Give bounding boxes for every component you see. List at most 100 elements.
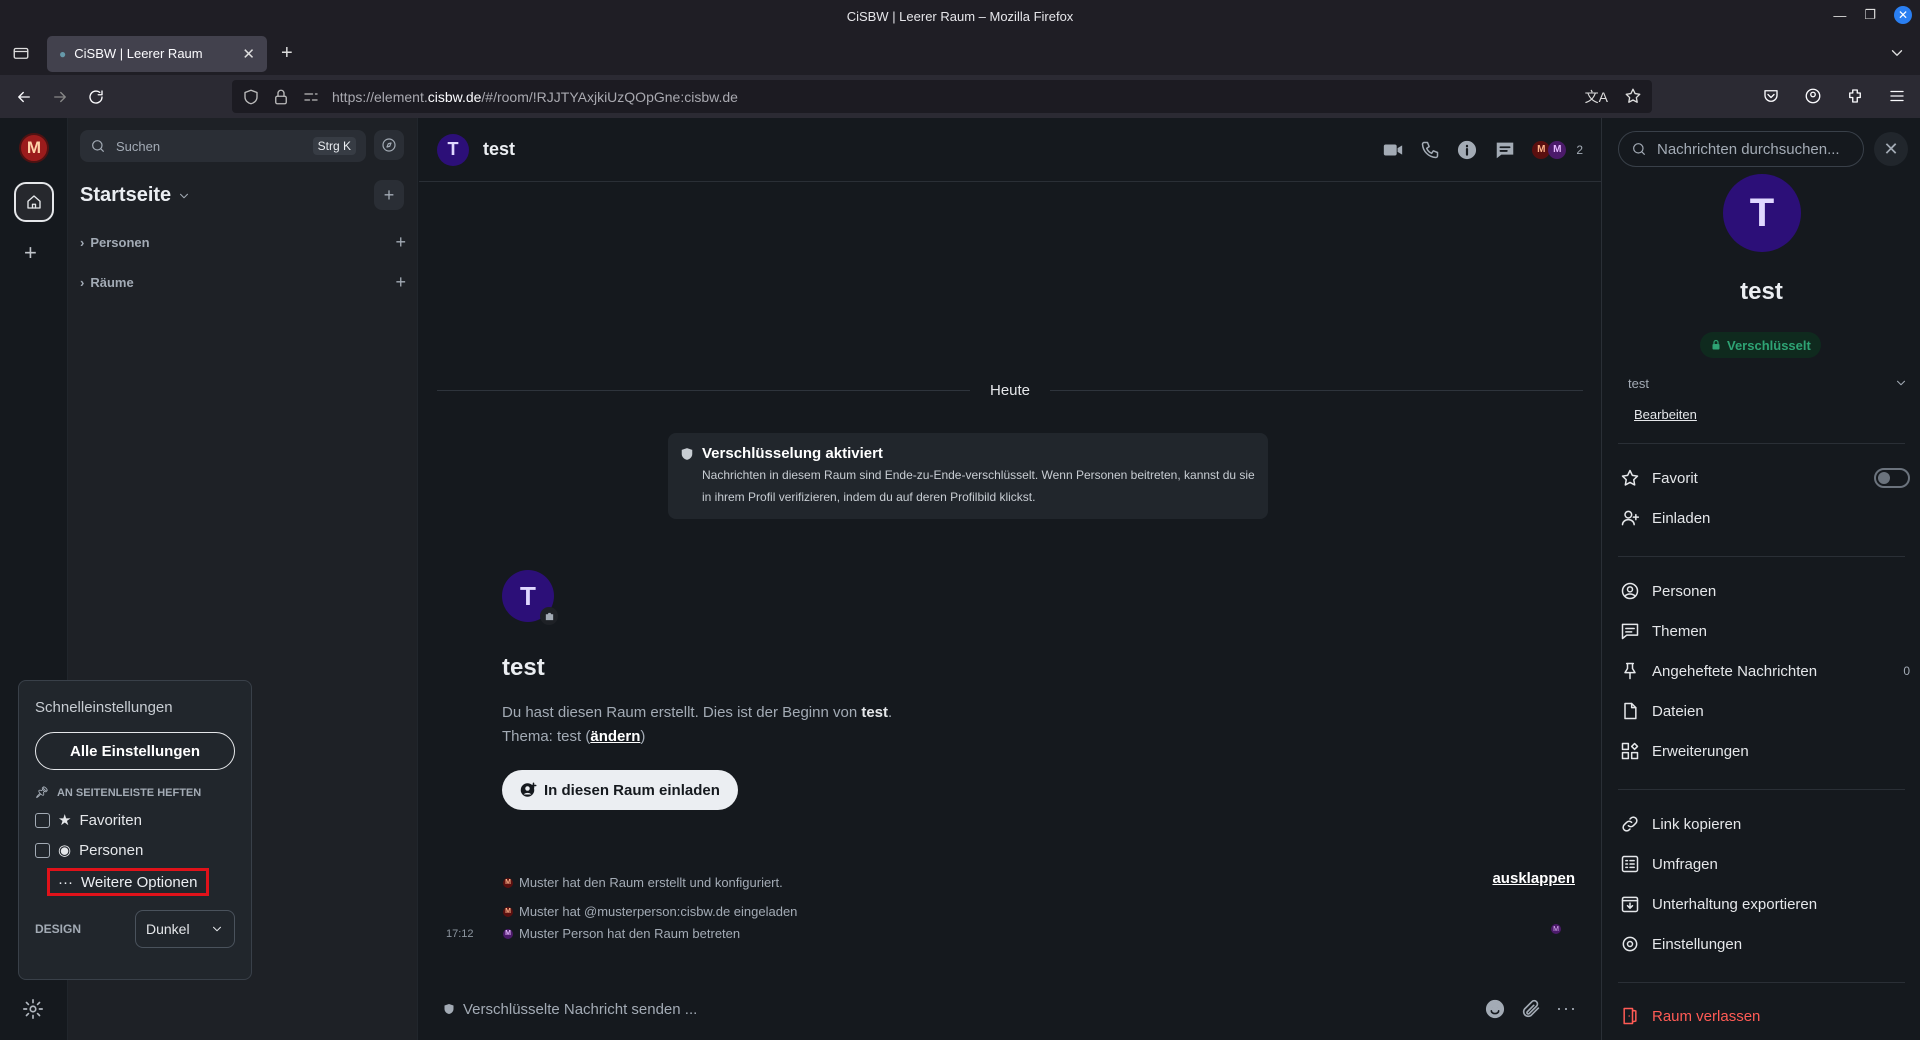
encryption-notice: Verschlüsselung aktiviert Nachrichten in… [668, 433, 1268, 519]
divider [1618, 443, 1905, 444]
shield-icon [443, 1003, 455, 1015]
design-row: DESIGN Dunkel [35, 910, 235, 948]
leave-door-icon [1620, 1006, 1640, 1026]
chevron-down-icon[interactable] [1894, 376, 1908, 391]
star-icon [1620, 468, 1640, 488]
design-select[interactable]: Dunkel [135, 910, 235, 948]
tab-overflow-chevron-icon[interactable] [1888, 44, 1906, 62]
intro-room-name: test [861, 704, 889, 721]
close-panel-icon[interactable]: ✕ [1874, 132, 1908, 166]
permissions-icon[interactable] [302, 88, 320, 106]
room-topic[interactable]: test [1628, 376, 1908, 391]
pin-favorites-option[interactable]: ★ Favoriten [35, 811, 235, 829]
emoji-icon[interactable] [1484, 998, 1506, 1020]
video-call-icon[interactable] [1382, 139, 1404, 161]
message-search-placeholder: Nachrichten durchsuchen... [1657, 140, 1840, 158]
divider [1618, 982, 1905, 983]
favorite-item[interactable]: Favorit [1620, 468, 1910, 488]
pinned-label: Angeheftete Nachrichten [1652, 662, 1818, 680]
section-people[interactable]: › Personen + [80, 232, 406, 253]
search-placeholder: Suchen [116, 138, 161, 154]
export-chat-item[interactable]: Unterhaltung exportieren [1620, 894, 1910, 914]
extensions-icon[interactable] [1846, 87, 1864, 105]
home-space-button[interactable] [14, 182, 54, 222]
menu-hamburger-icon[interactable] [1888, 87, 1906, 105]
read-receipt-avatar[interactable]: M [1551, 924, 1561, 934]
add-space-icon[interactable]: + [24, 240, 37, 266]
copy-link-item[interactable]: Link kopieren [1620, 814, 1910, 834]
more-options-icon[interactable]: ··· [1556, 998, 1577, 1020]
home-title[interactable]: Startseite [80, 184, 191, 207]
browser-tab[interactable]: ● CiSBW | Leerer Raum ✕ [47, 35, 267, 72]
tab-list-icon[interactable] [12, 44, 30, 62]
forward-arrow-icon[interactable] [42, 81, 78, 113]
close-tab-icon[interactable]: ✕ [242, 45, 255, 63]
favorites-checkbox[interactable] [35, 812, 50, 828]
settings-item[interactable]: Einstellungen [1620, 934, 1910, 954]
maximize-icon[interactable]: ❐ [1864, 7, 1876, 23]
room-avatar[interactable]: T [437, 133, 469, 166]
close-window-icon[interactable]: ✕ [1894, 6, 1912, 24]
threads-item[interactable]: Themen [1620, 621, 1910, 641]
people-label: Personen [79, 841, 144, 859]
new-tab-icon[interactable]: + [281, 42, 293, 65]
attachment-icon[interactable] [1520, 998, 1542, 1020]
section-rooms[interactable]: › Räume + [80, 272, 406, 293]
room-members-facepile[interactable]: M M 2 [1532, 140, 1583, 159]
room-search-input[interactable]: Suchen Strg K [80, 130, 366, 162]
add-room-icon[interactable]: + [395, 272, 406, 293]
encryption-text: Nachrichten in diesem Raum sind Ende-zu-… [702, 468, 1255, 504]
shield-icon[interactable] [242, 88, 260, 106]
lock-icon[interactable] [272, 88, 290, 106]
more-options-button[interactable]: ··· Weitere Optionen [47, 868, 209, 896]
room-topic-text: test [1628, 376, 1649, 391]
more-options-label: Weitere Optionen [81, 873, 198, 891]
people-item[interactable]: Personen [1620, 581, 1910, 601]
edit-room-link[interactable]: Bearbeiten [1634, 407, 1697, 422]
invite-item[interactable]: Einladen [1620, 508, 1910, 528]
voice-call-icon[interactable] [1420, 140, 1440, 160]
polls-item[interactable]: Umfragen [1620, 854, 1910, 874]
change-topic-link[interactable]: ändern [590, 728, 640, 745]
minimize-icon[interactable]: — [1833, 8, 1846, 23]
member-count: 2 [1576, 142, 1583, 157]
copy-link-label: Link kopieren [1652, 815, 1742, 833]
bookmark-star-icon[interactable] [1624, 87, 1642, 107]
pin-people-option[interactable]: ◉ Personen [35, 841, 235, 859]
room-info-avatar[interactable]: T [1723, 174, 1801, 252]
extensions-item[interactable]: Erweiterungen [1620, 741, 1910, 761]
favorite-toggle[interactable] [1874, 468, 1910, 488]
pin-icon [1620, 661, 1640, 681]
all-settings-button[interactable]: Alle Einstellungen [35, 732, 235, 770]
files-label: Dateien [1652, 702, 1704, 720]
leave-room-item[interactable]: Raum verlassen [1620, 1006, 1910, 1026]
pinned-messages-item[interactable]: Angeheftete Nachrichten 0 [1620, 661, 1910, 681]
explore-rooms-compass-icon[interactable] [374, 130, 404, 160]
chevron-down-icon [177, 189, 191, 203]
reload-icon[interactable] [78, 81, 114, 113]
invite-to-room-button[interactable]: In diesen Raum einladen [502, 770, 738, 810]
back-arrow-icon[interactable] [6, 81, 42, 113]
room-title[interactable]: test [483, 139, 515, 160]
translate-icon[interactable]: 文A [1585, 87, 1608, 107]
expand-events-link[interactable]: ausklappen [1492, 870, 1575, 887]
url-text[interactable]: https://element.cisbw.de/#/room/!RJJTYAx… [332, 89, 738, 105]
threads-icon[interactable] [1494, 139, 1516, 161]
quick-settings-gear-icon[interactable] [22, 998, 44, 1020]
pocket-icon[interactable] [1762, 87, 1780, 105]
add-person-icon[interactable]: + [395, 232, 406, 253]
account-icon[interactable] [1804, 87, 1822, 105]
file-icon [1620, 701, 1640, 721]
files-item[interactable]: Dateien [1620, 701, 1910, 721]
event-avatar: M [503, 906, 513, 917]
message-search-input[interactable]: Nachrichten durchsuchen... [1618, 131, 1864, 167]
url-bar[interactable]: https://element.cisbw.de/#/room/!RJJTYAx… [232, 80, 1652, 113]
tab-title: CiSBW | Leerer Raum [74, 46, 203, 61]
user-avatar[interactable]: M [19, 133, 49, 163]
people-checkbox[interactable] [35, 842, 50, 858]
user-circle-icon [1620, 581, 1640, 601]
home-add-button[interactable]: + [374, 180, 404, 210]
message-composer[interactable]: Verschlüsselte Nachricht senden ... ··· [419, 978, 1601, 1040]
room-info-icon[interactable] [1456, 139, 1478, 161]
camera-icon[interactable] [540, 607, 558, 625]
